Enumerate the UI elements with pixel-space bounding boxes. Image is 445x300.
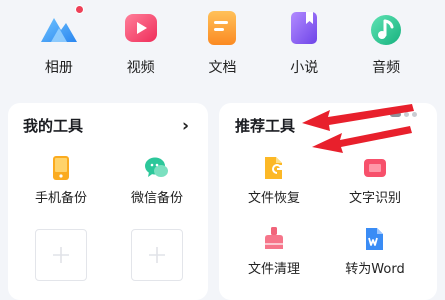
add-tool-slot[interactable]: [131, 229, 183, 281]
plus-icon: [53, 247, 69, 263]
file-cleanup-icon: [261, 226, 287, 252]
my-tools-card: 我的工具 › 手机备份 微信备份: [8, 103, 208, 300]
phone-backup-icon: [48, 155, 74, 181]
novel-icon: [284, 8, 324, 48]
tool-convert-to-word[interactable]: 转为Word: [330, 226, 420, 277]
tools-page: 相册 视频 文档 小说 音频 我的工具 › 手机备份 微信备份 推荐工具 文件恢…: [0, 0, 445, 300]
category-label: 文档: [208, 60, 237, 76]
category-label: 视频: [126, 60, 155, 76]
tool-label: 转为Word: [345, 262, 405, 277]
video-icon: [121, 8, 161, 48]
annotation-arrow: [302, 104, 414, 131]
annotation-arrows: [302, 104, 414, 153]
category-label: 相册: [44, 60, 73, 76]
tool-label: 手机备份: [34, 191, 87, 206]
file-recovery-icon: [261, 155, 287, 181]
notification-badge: [74, 5, 84, 14]
tool-wechat-backup[interactable]: 微信备份: [112, 155, 202, 206]
category-album[interactable]: 相册: [24, 5, 94, 76]
category-label: 音频: [372, 60, 401, 76]
category-label: 小说: [290, 60, 319, 76]
tool-label: 文字识别: [348, 191, 401, 206]
album-icon: [39, 5, 84, 48]
tool-label: 文件清理: [247, 262, 300, 277]
plus-icon: [149, 247, 165, 263]
category-audio[interactable]: 音频: [351, 8, 421, 76]
chevron-right-icon[interactable]: ›: [182, 117, 196, 135]
category-document[interactable]: 文档: [187, 8, 257, 76]
convert-to-word-icon: [362, 226, 388, 252]
tool-text-recognition[interactable]: 文字识别: [330, 155, 420, 206]
tool-file-cleanup[interactable]: 文件清理: [229, 226, 319, 277]
audio-icon: [366, 8, 406, 48]
tool-file-recovery[interactable]: 文件恢复: [229, 155, 319, 206]
tool-phone-backup[interactable]: 手机备份: [16, 155, 106, 206]
category-row: 相册 视频 文档 小说 音频: [0, 0, 445, 92]
tool-label: 文件恢复: [247, 191, 300, 206]
recommended-tools-title: 推荐工具: [235, 117, 296, 135]
my-tools-title: 我的工具: [23, 117, 84, 135]
add-tool-slot[interactable]: [35, 229, 87, 281]
tool-label: 微信备份: [130, 191, 183, 206]
text-recognition-icon: [362, 155, 388, 181]
category-video[interactable]: 视频: [106, 8, 176, 76]
category-novel[interactable]: 小说: [269, 8, 339, 76]
document-icon: [202, 8, 242, 48]
wechat-backup-icon: [144, 155, 170, 181]
